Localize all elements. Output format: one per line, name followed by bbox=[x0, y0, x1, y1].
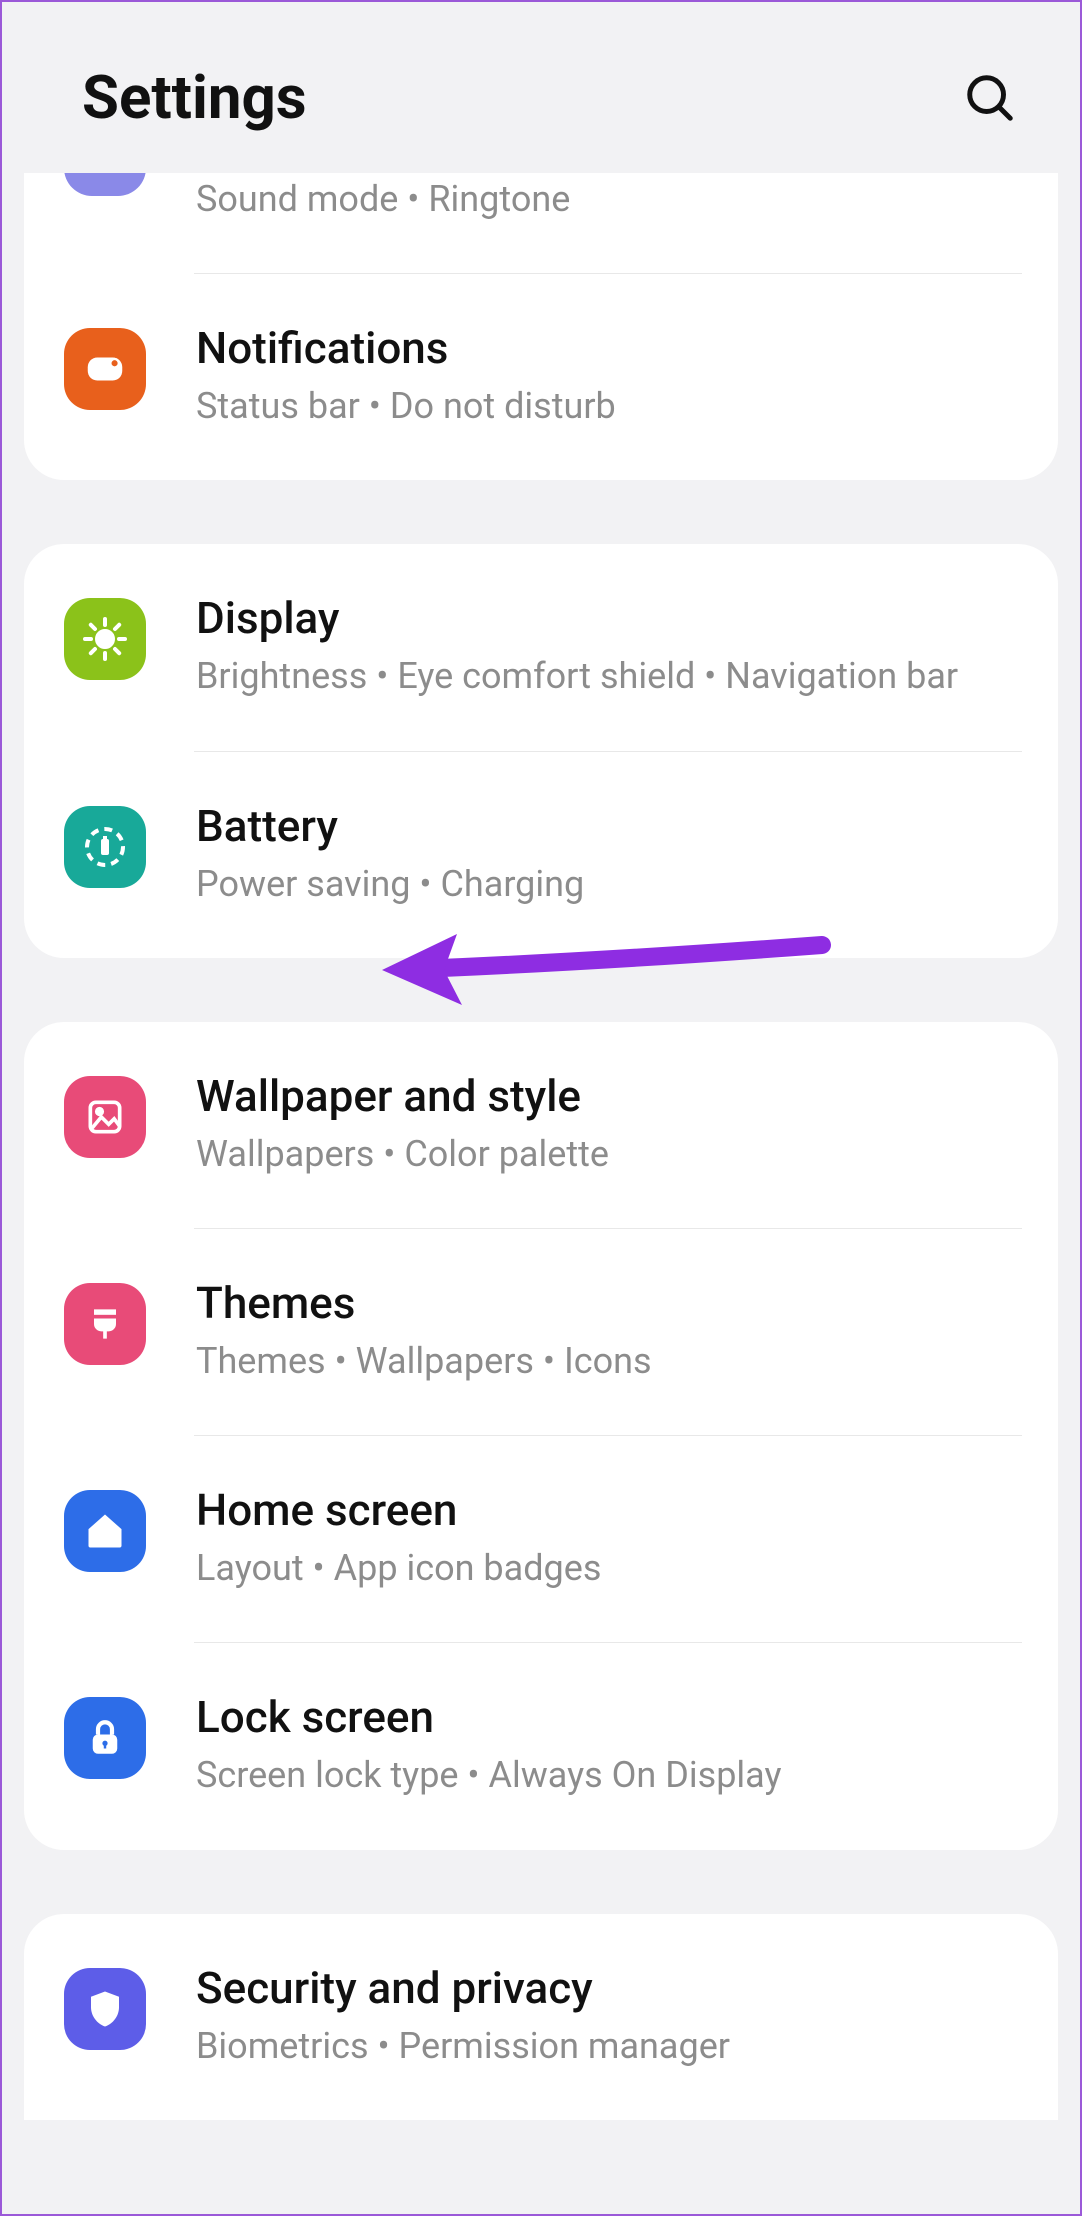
settings-item-homescreen[interactable]: Home screen Layout • App icon badges bbox=[24, 1436, 1058, 1642]
item-subtitle: Power saving • Charging bbox=[196, 858, 1022, 910]
home-icon bbox=[64, 1490, 146, 1572]
notifications-icon bbox=[64, 328, 146, 410]
settings-group: Wallpaper and style Wallpapers • Color p… bbox=[24, 1022, 1058, 1850]
item-subtitle: Sound mode • Ringtone bbox=[196, 173, 1022, 225]
settings-item-display[interactable]: Display Brightness • Eye comfort shield … bbox=[24, 544, 1058, 750]
shield-icon bbox=[64, 1968, 146, 2050]
item-title: Display bbox=[196, 592, 1022, 644]
lock-icon bbox=[64, 1697, 146, 1779]
item-title: Battery bbox=[196, 800, 1022, 852]
item-subtitle: Biometrics • Permission manager bbox=[196, 2020, 1022, 2072]
item-title: Home screen bbox=[196, 1484, 1022, 1536]
item-subtitle: Screen lock type • Always On Display bbox=[196, 1749, 1022, 1801]
item-title: Security and privacy bbox=[196, 1962, 1022, 2014]
settings-group: Sound mode • Ringtone Notifications Stat… bbox=[24, 173, 1058, 480]
item-subtitle: Status bar • Do not disturb bbox=[196, 380, 1022, 432]
item-subtitle: Themes • Wallpapers • Icons bbox=[196, 1335, 1022, 1387]
battery-icon bbox=[64, 806, 146, 888]
item-subtitle: Brightness • Eye comfort shield • Naviga… bbox=[196, 650, 1022, 702]
item-title: Themes bbox=[196, 1277, 1022, 1329]
sounds-icon bbox=[64, 173, 146, 196]
search-icon bbox=[963, 71, 1017, 125]
settings-group: Security and privacy Biometrics • Permis… bbox=[24, 1914, 1058, 2120]
item-title: Lock screen bbox=[196, 1691, 1022, 1743]
settings-item-notifications[interactable]: Notifications Status bar • Do not distur… bbox=[24, 274, 1058, 480]
display-icon bbox=[64, 598, 146, 680]
settings-item-security[interactable]: Security and privacy Biometrics • Permis… bbox=[24, 1914, 1058, 2120]
item-title: Wallpaper and style bbox=[196, 1070, 1022, 1122]
settings-item-sounds[interactable]: Sound mode • Ringtone bbox=[24, 173, 1058, 273]
settings-item-lockscreen[interactable]: Lock screen Screen lock type • Always On… bbox=[24, 1643, 1058, 1849]
item-subtitle: Wallpapers • Color palette bbox=[196, 1128, 1022, 1180]
settings-item-battery[interactable]: Battery Power saving • Charging bbox=[24, 752, 1058, 958]
item-subtitle: Layout • App icon badges bbox=[196, 1542, 1022, 1594]
themes-icon bbox=[64, 1283, 146, 1365]
settings-item-wallpaper[interactable]: Wallpaper and style Wallpapers • Color p… bbox=[24, 1022, 1058, 1228]
wallpaper-icon bbox=[64, 1076, 146, 1158]
settings-item-themes[interactable]: Themes Themes • Wallpapers • Icons bbox=[24, 1229, 1058, 1435]
item-title: Notifications bbox=[196, 322, 1022, 374]
search-button[interactable] bbox=[960, 68, 1020, 128]
header: Settings bbox=[2, 2, 1080, 173]
page-title: Settings bbox=[82, 62, 307, 133]
settings-group: Display Brightness • Eye comfort shield … bbox=[24, 544, 1058, 957]
